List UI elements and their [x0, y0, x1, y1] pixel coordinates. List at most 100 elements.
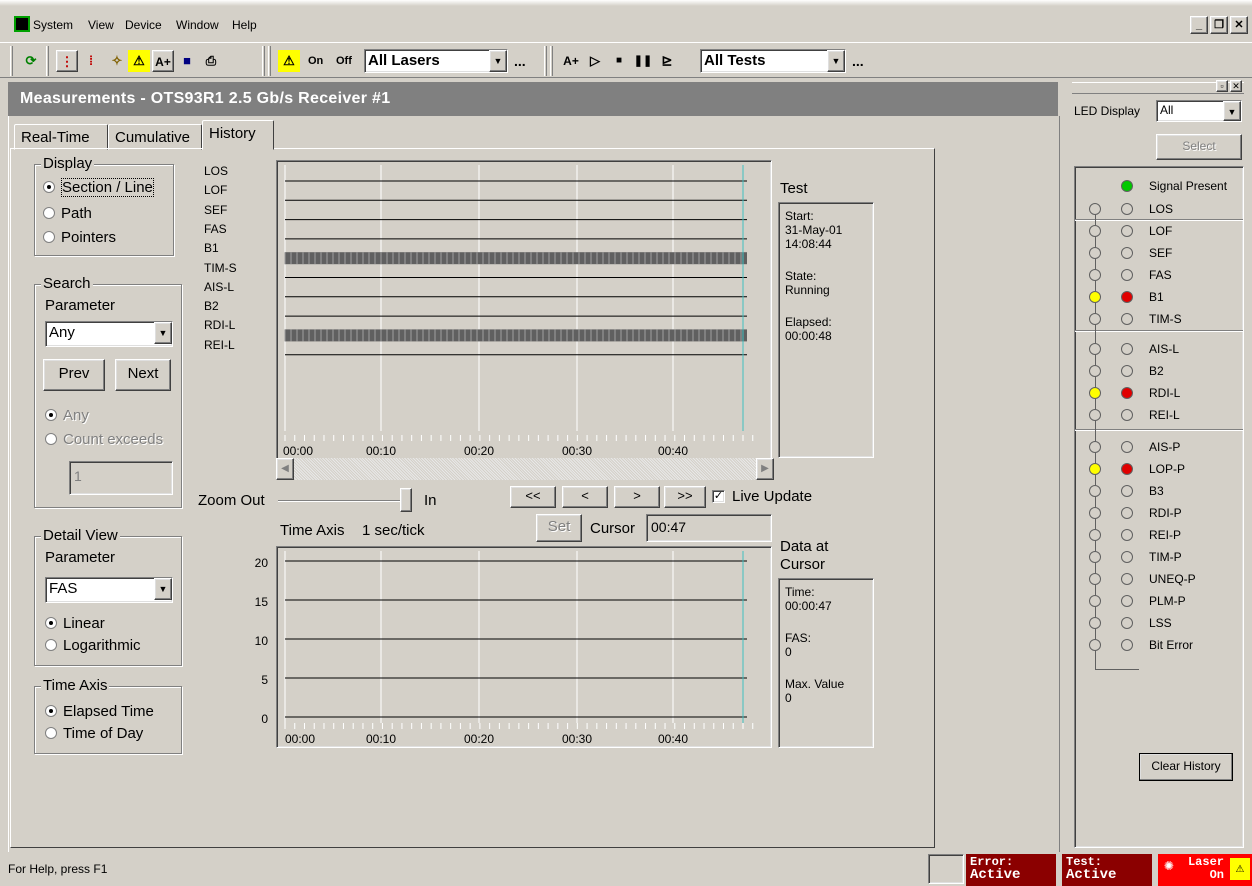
aplus-icon[interactable]: A+ [152, 50, 174, 72]
x-tick-label: 00:30 [562, 732, 592, 746]
radio-label: Section / Line [61, 178, 154, 197]
set-cursor-button[interactable]: Set [536, 514, 582, 542]
chevron-down-icon[interactable]: ▼ [154, 322, 172, 344]
lasers-more-button[interactable]: ... [514, 53, 526, 69]
chevron-down-icon[interactable]: ▼ [154, 578, 172, 600]
led-row-lof: LOF [1075, 222, 1235, 242]
tests-select[interactable]: All Tests ▼ [700, 49, 846, 73]
laser-off-button[interactable]: Off [336, 55, 352, 67]
tab-cumulative[interactable]: Cumulative [108, 124, 202, 150]
radio-logarithmic[interactable]: Logarithmic [45, 637, 141, 654]
tab-real-time[interactable]: Real-Time [14, 124, 108, 150]
detail-y-axis: 20 15 10 5 0 [236, 548, 272, 748]
menu-help[interactable]: Help [232, 18, 257, 32]
radio-elapsed-time[interactable]: Elapsed Time [45, 703, 154, 720]
menu-view[interactable]: View [88, 18, 114, 32]
aplus-test-icon[interactable]: A+ [560, 50, 582, 72]
led-display-select[interactable]: All ▼ [1156, 100, 1242, 122]
next-button[interactable]: Next [115, 359, 171, 391]
test-state-value: Running [785, 283, 830, 297]
led-label: TIM-S [1149, 312, 1182, 326]
monitor-icon[interactable]: ■ [176, 50, 198, 72]
tab-history[interactable]: History [202, 120, 274, 150]
close-icon[interactable]: ✕ [1230, 16, 1248, 34]
nav-first-button[interactable]: << [510, 486, 556, 508]
zoom-slider-track[interactable] [278, 500, 408, 502]
chevron-down-icon[interactable]: ▼ [827, 50, 845, 72]
led-columns-icon[interactable]: ⁞ [80, 50, 102, 72]
clear-history-button[interactable]: Clear History [1139, 753, 1233, 781]
led-separator [1075, 330, 1243, 332]
cursor-field[interactable]: 00:47 [646, 514, 772, 542]
radio-search-any[interactable]: Any [45, 407, 89, 424]
menu-window[interactable]: Window [176, 18, 219, 32]
status-led-icon [1121, 343, 1133, 355]
print-preview-icon[interactable]: ⎙ [200, 50, 222, 72]
chevron-down-icon[interactable]: ▼ [1223, 101, 1241, 121]
led-separator [1075, 429, 1243, 431]
radio-dot [43, 181, 55, 193]
led-label: AIS-L [1149, 342, 1180, 356]
radio-linear[interactable]: Linear [45, 615, 105, 632]
radio-path[interactable]: Path [43, 205, 92, 222]
led-row-rei-p: REI-P [1075, 526, 1235, 546]
led-label: SEF [1149, 246, 1173, 260]
led-select-button[interactable]: Select [1156, 134, 1242, 160]
live-update-checkbox[interactable]: ✓ Live Update [712, 488, 842, 506]
led-label: Signal Present [1149, 179, 1228, 193]
warning-icon[interactable]: ⚠ [128, 50, 150, 72]
refresh-icon[interactable]: ⟳ [20, 50, 42, 72]
led-history-connector [1095, 669, 1139, 670]
lasers-select[interactable]: All Lasers ▼ [364, 49, 508, 73]
step-icon[interactable]: ⊵ [656, 50, 678, 72]
row-label: RDI-L [204, 318, 236, 333]
nav-prev-button[interactable]: < [562, 486, 608, 508]
laser-warning-icon[interactable]: ⚠ [278, 50, 300, 72]
radio-section-line[interactable]: Section / Line [43, 178, 154, 197]
prev-button[interactable]: Prev [43, 359, 105, 391]
radio-count-exceeds[interactable]: Count exceeds [45, 431, 163, 448]
search-parameter-value: Any [49, 324, 75, 341]
app-icon[interactable] [14, 16, 30, 32]
time-axis-group: Time Axis Elapsed Time Time of Day [34, 677, 182, 754]
minimize-icon[interactable]: _ [1190, 16, 1208, 34]
y-tick-label: 0 [261, 712, 268, 726]
led-row-b2: B2 [1075, 362, 1235, 382]
menu-system[interactable]: System [33, 18, 73, 32]
led-row-b1: B1 [1075, 288, 1235, 308]
led-row-lop-p: LOP-P [1075, 460, 1235, 480]
chevron-down-icon[interactable]: ▼ [489, 50, 507, 72]
burst-icon[interactable]: ✧ [106, 50, 128, 72]
radio-pointers[interactable]: Pointers [43, 229, 116, 246]
radio-time-of-day[interactable]: Time of Day [45, 725, 143, 742]
led-label: B3 [1149, 484, 1164, 498]
zoom-slider-thumb[interactable] [400, 488, 412, 512]
panel-close-icon[interactable]: ✕ [1230, 80, 1242, 92]
search-parameter-select[interactable]: Any ▼ [45, 321, 173, 347]
laser-on-button[interactable]: On [308, 55, 323, 67]
status-led-icon [1121, 485, 1133, 497]
led-row-b3: B3 [1075, 482, 1235, 502]
panel-restore-icon[interactable]: ▫ [1216, 80, 1228, 92]
detail-parameter-label: Parameter [45, 549, 116, 566]
nav-last-button[interactable]: >> [664, 486, 706, 508]
scroll-right-icon[interactable]: ▶ [756, 458, 774, 480]
nav-next-button[interactable]: > [614, 486, 660, 508]
cursor-label: Cursor [590, 520, 636, 537]
cursor-max-label: Max. Value [785, 677, 845, 691]
history-scrollbar[interactable]: ◀ ▶ [276, 458, 774, 480]
stop-icon[interactable]: ■ [608, 50, 630, 72]
led-bars-icon[interactable]: ⋮ [56, 50, 78, 72]
led-row-rdi-l: RDI-L [1075, 384, 1235, 404]
tests-more-button[interactable]: ... [852, 53, 864, 69]
pause-icon[interactable]: ❚❚ [632, 50, 654, 72]
count-field[interactable]: 1 [69, 461, 173, 495]
detail-parameter-select[interactable]: FAS ▼ [45, 577, 173, 603]
status-pane [928, 854, 964, 884]
play-icon[interactable]: ▷ [584, 50, 606, 72]
history-led-icon [1089, 343, 1101, 355]
history-led-icon [1089, 225, 1101, 237]
scroll-left-icon[interactable]: ◀ [276, 458, 294, 480]
restore-icon[interactable]: ❐ [1210, 16, 1228, 34]
menu-device[interactable]: Device [125, 18, 162, 32]
